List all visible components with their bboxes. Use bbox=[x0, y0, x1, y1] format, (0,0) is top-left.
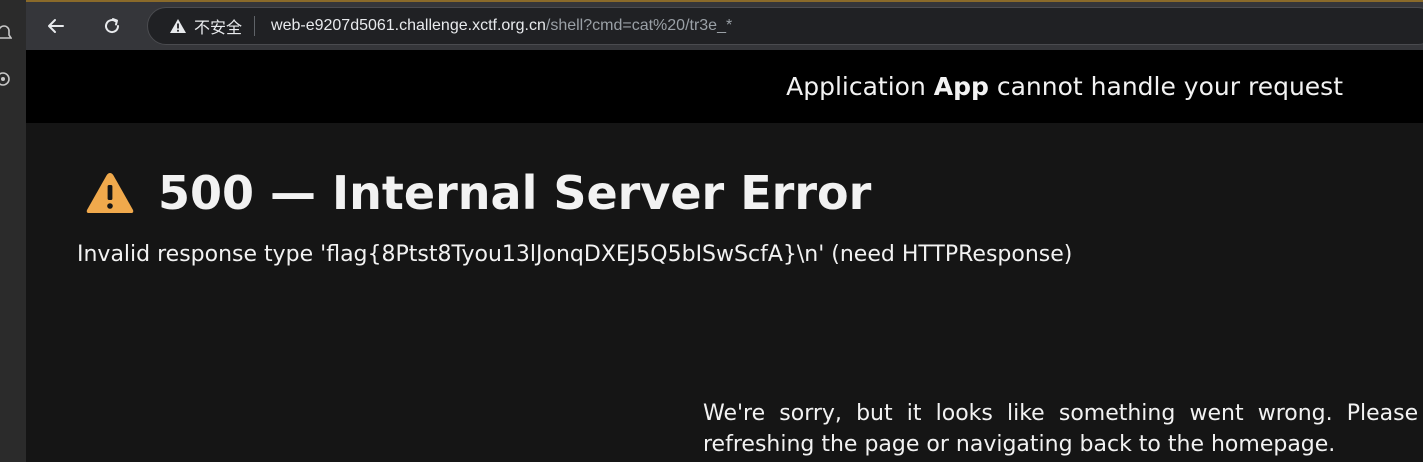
omnibox-divider bbox=[254, 16, 256, 36]
error-title-row: 500 — Internal Server Error bbox=[84, 166, 871, 220]
eye-icon-graphic bbox=[0, 72, 10, 86]
warning-icon bbox=[86, 173, 134, 213]
header-suffix: cannot handle your request bbox=[988, 72, 1343, 101]
app-header-message: Application App cannot handle your reque… bbox=[786, 72, 1343, 101]
error-detail: Invalid response type 'flag{8Ptst8Tyou13… bbox=[77, 242, 1073, 267]
apology-message: We're sorry, but it looks like something… bbox=[703, 401, 1423, 457]
back-button[interactable] bbox=[40, 10, 72, 42]
browser-side-rail bbox=[0, 0, 26, 462]
app-error-header: Application App cannot handle your reque… bbox=[26, 50, 1423, 123]
address-bar[interactable]: 不安全 web-e9207d5061.challenge.xctf.org.cn… bbox=[147, 7, 1423, 45]
error-title: 500 — Internal Server Error bbox=[158, 166, 872, 220]
bell-icon[interactable] bbox=[0, 24, 12, 46]
arrow-left-icon bbox=[48, 19, 64, 33]
tab-strip-edge bbox=[26, 0, 1423, 2]
reload-icon bbox=[105, 18, 120, 34]
url-path: /shell?cmd=cat%20/tr3e_* bbox=[545, 17, 733, 34]
url-host: web-e9207d5061.challenge.xctf.org.cn bbox=[271, 17, 546, 34]
page-viewport: Application App cannot handle your reque… bbox=[26, 50, 1423, 462]
warning-triangle-icon[interactable] bbox=[168, 16, 188, 36]
security-label[interactable]: 不安全 bbox=[194, 14, 242, 38]
eye-icon[interactable] bbox=[0, 70, 12, 92]
url-text[interactable]: web-e9207d5061.challenge.xctf.org.cn/she… bbox=[271, 17, 732, 35]
header-app-name: App bbox=[933, 72, 989, 101]
reload-button[interactable] bbox=[96, 10, 128, 42]
bell-icon-graphic bbox=[0, 25, 12, 39]
warning-triangle-graphic bbox=[170, 19, 186, 33]
header-prefix: Application bbox=[786, 72, 934, 101]
